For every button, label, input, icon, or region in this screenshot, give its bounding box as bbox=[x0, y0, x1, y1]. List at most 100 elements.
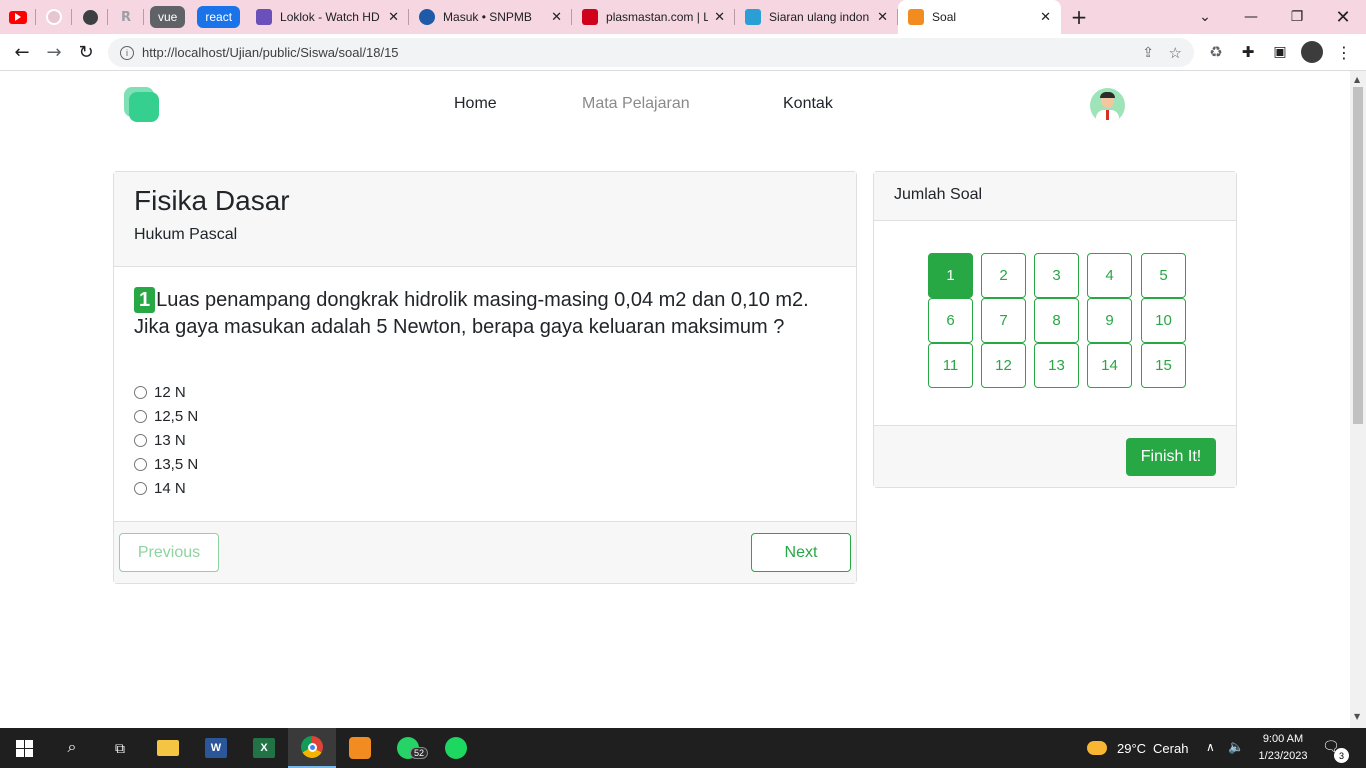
option-label: 12,5 N bbox=[154, 408, 199, 425]
nav-mata-pelajaran[interactable]: Mata Pelajaran bbox=[582, 95, 690, 113]
close-icon[interactable]: ✕ bbox=[1040, 9, 1051, 25]
option-a[interactable]: 12 N bbox=[134, 384, 186, 401]
radio-button[interactable] bbox=[134, 386, 147, 399]
page-scrollbar[interactable]: ▲ ▼ bbox=[1350, 71, 1366, 728]
number-button-3[interactable]: 3 bbox=[1034, 253, 1079, 298]
option-label: 13,5 N bbox=[154, 456, 199, 473]
topic-subtitle: Hukum Pascal bbox=[134, 226, 238, 243]
number-button-5[interactable]: 5 bbox=[1141, 253, 1186, 298]
windows-taskbar: ⌕ ⧉ W X 52 29°C Cerah ∧ 🔈 9:00 AM 1/23/2… bbox=[0, 728, 1366, 768]
option-label: 12 N bbox=[154, 384, 186, 401]
scrollbar-thumb[interactable] bbox=[1353, 87, 1363, 424]
number-button-1[interactable]: 1 bbox=[928, 253, 973, 298]
speaker-icon[interactable]: 🔈 bbox=[1228, 739, 1244, 755]
bookmark-star-icon[interactable]: ☆ bbox=[1169, 44, 1182, 62]
close-icon[interactable]: ✕ bbox=[551, 9, 562, 25]
url-text[interactable]: http://localhost/Ujian/public/Siswa/soal… bbox=[142, 45, 399, 60]
radio-button[interactable] bbox=[134, 434, 147, 447]
number-button-14[interactable]: 14 bbox=[1087, 343, 1132, 388]
radio-button[interactable] bbox=[134, 482, 147, 495]
tab-search-button[interactable]: ⌄ bbox=[1182, 0, 1228, 34]
puzzle-icon[interactable]: ✚ bbox=[1232, 36, 1264, 68]
site-logo[interactable] bbox=[124, 87, 160, 123]
number-button-10[interactable]: 10 bbox=[1141, 298, 1186, 343]
forward-button[interactable]: → bbox=[38, 36, 70, 68]
close-window-button[interactable]: ✕ bbox=[1320, 0, 1366, 34]
file-explorer-icon[interactable] bbox=[144, 728, 192, 768]
tab-loklok[interactable]: Loklok - Watch HD ✕ bbox=[246, 0, 410, 34]
next-button[interactable]: Next bbox=[751, 533, 851, 572]
user-avatar[interactable] bbox=[1090, 88, 1125, 123]
search-icon[interactable]: ⌕ bbox=[48, 728, 96, 768]
windows-start-icon[interactable] bbox=[0, 728, 48, 768]
back-button[interactable]: ← bbox=[6, 36, 38, 68]
number-button-2[interactable]: 2 bbox=[981, 253, 1026, 298]
pinned-tab-youtube[interactable] bbox=[0, 0, 36, 34]
weather-widget[interactable]: 29°C Cerah bbox=[1087, 728, 1188, 768]
radio-button[interactable] bbox=[134, 458, 147, 471]
number-button-7[interactable]: 7 bbox=[981, 298, 1026, 343]
close-icon[interactable]: ✕ bbox=[877, 9, 888, 25]
number-button-8[interactable]: 8 bbox=[1034, 298, 1079, 343]
nav-kontak[interactable]: Kontak bbox=[783, 95, 833, 113]
whatsapp-icon[interactable]: 52 bbox=[384, 728, 432, 768]
new-tab-button[interactable]: + bbox=[1061, 0, 1097, 34]
panel-title: Jumlah Soal bbox=[894, 186, 983, 203]
subject-title: Fisika Dasar bbox=[134, 185, 290, 216]
chrome-icon[interactable] bbox=[288, 728, 336, 768]
option-c[interactable]: 13 N bbox=[134, 432, 186, 449]
tab-group-vue[interactable]: vue bbox=[150, 6, 186, 28]
number-button-6[interactable]: 6 bbox=[928, 298, 973, 343]
github-icon bbox=[46, 9, 62, 25]
info-icon[interactable]: i bbox=[120, 45, 134, 60]
share-icon[interactable]: ⇪ bbox=[1142, 44, 1154, 61]
side-panel-icon[interactable]: ▣ bbox=[1264, 36, 1296, 68]
pinned-tab-github[interactable] bbox=[36, 0, 72, 34]
tab-plasmastan[interactable]: plasmastan.com | L ✕ bbox=[572, 0, 736, 34]
panel-header: Jumlah Soal bbox=[874, 172, 1236, 221]
close-icon[interactable]: ✕ bbox=[388, 9, 399, 25]
tray-chevron-icon[interactable]: ∧ bbox=[1206, 740, 1215, 754]
previous-button[interactable]: Previous bbox=[119, 533, 219, 572]
radio-button[interactable] bbox=[134, 410, 147, 423]
tab-title: Loklok - Watch HD bbox=[280, 10, 380, 24]
snpmb-icon bbox=[419, 9, 436, 25]
number-button-9[interactable]: 9 bbox=[1087, 298, 1132, 343]
pinned-tab-globe[interactable] bbox=[72, 0, 108, 34]
word-icon[interactable]: W bbox=[192, 728, 240, 768]
spotify-icon[interactable] bbox=[432, 728, 480, 768]
number-button-11[interactable]: 11 bbox=[928, 343, 973, 388]
task-view-icon[interactable]: ⧉ bbox=[96, 728, 144, 768]
maximize-button[interactable]: ❐ bbox=[1274, 0, 1320, 34]
extensions-recycle-icon[interactable]: ♻ bbox=[1200, 36, 1232, 68]
option-b[interactable]: 12,5 N bbox=[134, 408, 198, 425]
whatsapp-badge: 52 bbox=[410, 747, 429, 759]
number-button-15[interactable]: 15 bbox=[1141, 343, 1186, 388]
tab-snpmb[interactable]: Masuk • SNPMB ✕ bbox=[409, 0, 573, 34]
menu-icon[interactable]: ⋮ bbox=[1328, 36, 1360, 68]
minimize-button[interactable]: — bbox=[1228, 0, 1274, 34]
tab-siaran[interactable]: Siaran ulang indon ✕ bbox=[735, 0, 899, 34]
option-d[interactable]: 13,5 N bbox=[134, 456, 198, 473]
globe-icon bbox=[82, 9, 98, 25]
tab-soal[interactable]: Soal ✕ bbox=[898, 0, 1062, 34]
number-button-13[interactable]: 13 bbox=[1034, 343, 1079, 388]
question-text-block: 1 Luas penampang dongkrak hidrolik masing… bbox=[134, 287, 840, 341]
number-button-4[interactable]: 4 bbox=[1087, 253, 1132, 298]
close-icon[interactable]: ✕ bbox=[714, 9, 725, 25]
pinned-tab-r[interactable]: R bbox=[108, 0, 144, 34]
excel-icon[interactable]: X bbox=[240, 728, 288, 768]
clock[interactable]: 9:00 AM 1/23/2023 bbox=[1252, 731, 1314, 765]
profile-avatar[interactable] bbox=[1296, 36, 1328, 68]
tab-group-react[interactable]: react bbox=[197, 6, 241, 28]
nav-home[interactable]: Home bbox=[454, 95, 497, 113]
youtube-icon bbox=[9, 10, 27, 24]
finish-button[interactable]: Finish It! bbox=[1126, 438, 1216, 476]
option-e[interactable]: 14 N bbox=[134, 480, 186, 497]
option-label: 14 N bbox=[154, 480, 186, 497]
address-bar[interactable]: i http://localhost/Ujian/public/Siswa/so… bbox=[108, 38, 1194, 67]
number-button-12[interactable]: 12 bbox=[981, 343, 1026, 388]
reload-button[interactable]: ↻ bbox=[70, 36, 102, 68]
loklok-icon bbox=[256, 9, 273, 25]
xampp-icon[interactable] bbox=[336, 728, 384, 768]
